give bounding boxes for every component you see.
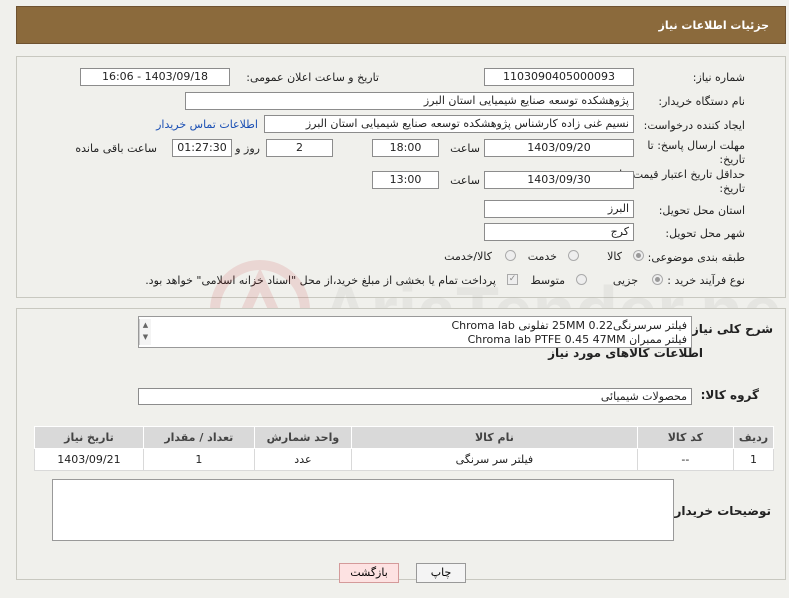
province-field: البرز [484,200,634,218]
process-radio-medium[interactable] [576,274,587,285]
deadline-date-field: 1403/09/20 [484,139,634,157]
remaining-label: ساعت باقی مانده [75,142,157,155]
col-unit: واحد شمارش [253,426,353,449]
deadline-label: مهلت ارسال پاسخ: تا تاریخ: [647,139,745,167]
price-time-label: ساعت [450,174,480,187]
goods-group-label: گروه کالا: [700,388,759,402]
table-header-row: ردیف کد کالا نام کالا واحد شمارش تعداد /… [34,426,774,449]
scroll-down-icon[interactable]: ▼ [140,331,151,343]
announce-field: 1403/09/18 - 16:06 [80,68,230,86]
page-header: جزئیات اطلاعات نیاز [16,6,786,44]
deadline-time-field: 18:00 [372,139,439,157]
process-option-medium: متوسط [530,274,565,287]
buyer-notes-label: توضیحات خریدار: [669,504,771,518]
treasury-checkbox[interactable]: ✓ [507,274,518,285]
back-button[interactable]: بازگشت [339,563,399,583]
need-summary-lines: فیلتر سرسرنگی0.22 25MM تفلونی Chroma lab… [451,319,687,347]
days-label: روز و [235,142,260,155]
need-number-field: 1103090405000093 [484,68,634,86]
price-validity-label: حداقل تاریخ اعتبار قیمت: تا تاریخ: [619,168,745,196]
city-field: کرج [484,223,634,241]
col-quantity: تعداد / مقدار [142,426,255,449]
need-number-label: شماره نیاز: [692,71,745,84]
col-need-date: تاریخ نیاز [34,426,144,449]
deadline-label-line2: تاریخ: [719,153,745,166]
col-item-name: نام کالا [351,426,638,449]
print-button[interactable]: چاپ [416,563,466,583]
creator-field: نسیم غنی زاده کارشناس پژوهشکده توسعه صنا… [264,115,634,133]
goods-group-field: محصولات شیمیائی [138,388,692,405]
buyer-contact-link[interactable]: اطلاعات تماس خریدار [156,118,258,131]
category-option-goods: کالا [607,250,622,263]
summary-scrollbar[interactable]: ▲ ▼ [139,319,151,345]
category-radio-both[interactable] [505,250,516,261]
price-time-field: 13:00 [372,171,439,189]
category-radio-service[interactable] [568,250,579,261]
goods-table: ردیف کد کالا نام کالا واحد شمارش تعداد /… [34,426,774,471]
cell-unit: عدد [253,448,353,471]
category-option-service: خدمت [527,250,557,263]
col-row-number: ردیف [733,426,774,449]
cell-item-code: -- [636,448,735,471]
city-label: شهر محل تحویل: [665,227,745,240]
creator-label: ایجاد کننده درخواست: [643,119,745,132]
buyer-field: پژوهشکده توسعه صنایع شیمیایی استان البرز [185,92,634,110]
table-row: 1 -- فیلتر سر سرنگی عدد 1 1403/09/21 [34,448,774,471]
need-summary-field: فیلتر سرسرنگی0.22 25MM تفلونی Chroma lab… [138,316,692,348]
page-title: جزئیات اطلاعات نیاز [658,19,770,32]
category-option-both: کالا/خدمت [444,250,492,263]
process-radio-minor[interactable] [652,274,663,285]
province-label: استان محل تحویل: [658,204,745,217]
goods-info-title: اطلاعات کالاهای مورد نیاز [548,346,703,360]
price-label-line1: حداقل تاریخ اعتبار قیمت: تا [619,168,745,181]
remaining-time-field: 01:27:30 [172,139,232,157]
price-label-line2: تاریخ: [719,182,745,195]
scroll-up-icon[interactable]: ▲ [140,319,151,331]
category-radio-goods[interactable] [633,250,644,261]
announce-label: تاریخ و ساعت اعلان عمومی: [246,71,379,84]
category-label: طبقه بندی موضوعی: [647,251,745,264]
need-summary-label: شرح کلی نیاز: [687,322,773,336]
process-label: نوع فرآیند خرید : [667,274,745,287]
days-field: 2 [266,139,333,157]
price-date-field: 1403/09/30 [484,171,634,189]
buyer-label: نام دستگاه خریدار: [658,95,745,108]
deadline-time-label: ساعت [450,142,480,155]
need-summary-line-1: فیلتر سرسرنگی0.22 25MM تفلونی Chroma lab [451,319,687,332]
cell-row-number: 1 [733,448,774,471]
deadline-label-line1: مهلت ارسال پاسخ: تا [647,139,745,152]
need-summary-line-2: فیلتر ممبران Chroma lab PTFE 0.45 47MM [467,333,687,346]
payment-note: پرداخت تمام یا بخشی از مبلغ خرید،از محل … [145,274,496,287]
col-item-code: کد کالا [636,426,735,449]
cell-item-name: فیلتر سر سرنگی [351,448,638,471]
cell-quantity: 1 [142,448,255,471]
cell-need-date: 1403/09/21 [34,448,144,471]
process-option-minor: جزیی [612,274,638,287]
buyer-notes-field [52,479,674,541]
